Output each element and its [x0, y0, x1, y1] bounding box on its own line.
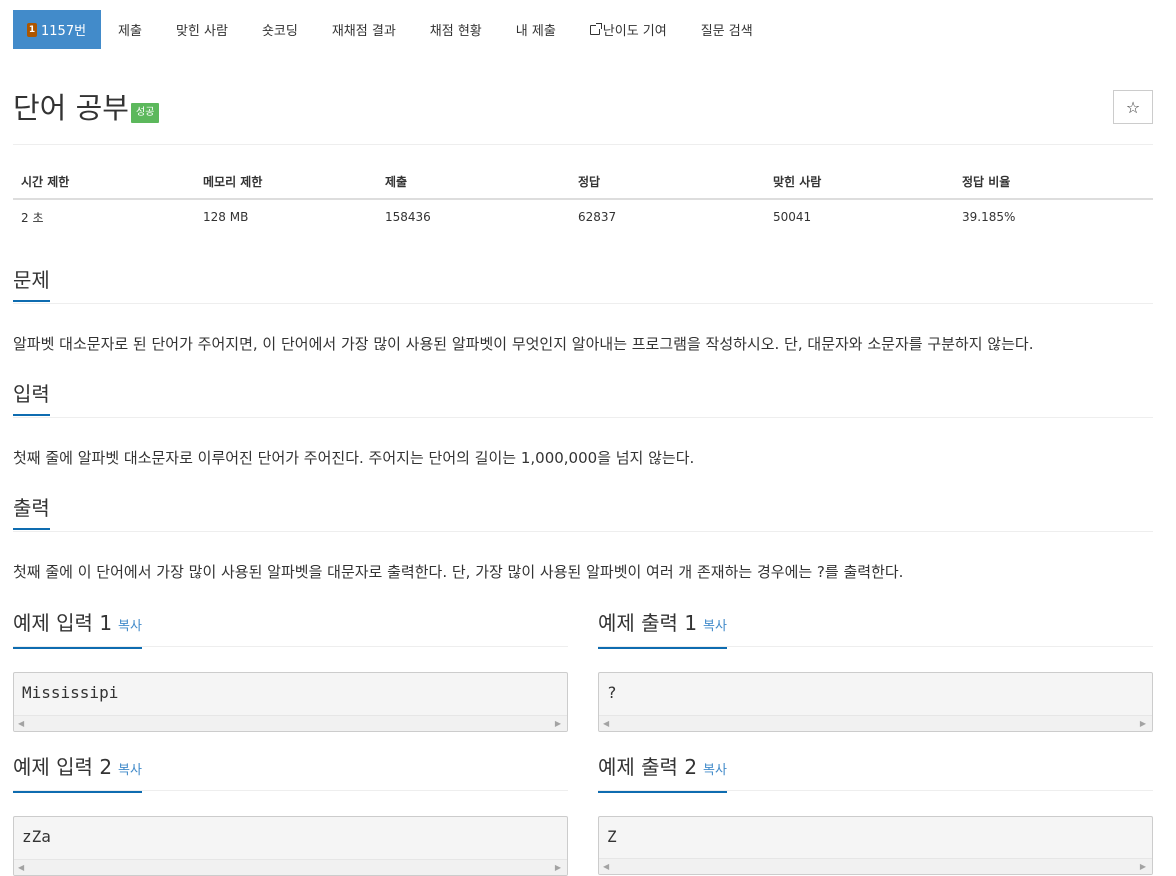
- tab-my-submissions-label: 내 제출: [515, 24, 556, 39]
- value-time-limit: 2 초: [21, 210, 44, 225]
- external-link-icon: [589, 22, 602, 35]
- section-problem-label: 문제: [13, 268, 50, 302]
- page-title: 단어 공부: [13, 91, 129, 125]
- sample-output-1-label-wrap: 예제 출력 1 복사: [598, 611, 727, 649]
- tab-judge-status-label: 채점 현황: [429, 24, 482, 39]
- horizontal-scrollbar[interactable]: ◀ ▶: [14, 715, 567, 731]
- problem-info-table: 시간 제한 메모리 제한 제출 정답 맞힌 사람 정답 비율 2 초 128 M…: [13, 164, 1153, 234]
- section-divider: [13, 417, 1153, 418]
- sample-input-2-label-wrap: 예제 입력 2 복사: [13, 755, 142, 793]
- section-divider: [13, 646, 568, 647]
- tab-question-search-label: 질문 검색: [700, 24, 753, 39]
- copy-sample-input-2-button[interactable]: 복사: [118, 763, 142, 778]
- status-badge: 성공: [131, 103, 160, 123]
- title-divider: [13, 144, 1153, 145]
- sample-output-1-text: ?: [607, 683, 617, 702]
- sample-input-1-box[interactable]: Mississipi ◀ ▶: [13, 672, 568, 732]
- scroll-left-icon[interactable]: ◀: [18, 863, 24, 872]
- section-divider: [13, 790, 568, 791]
- copy-sample-input-1-button[interactable]: 복사: [118, 619, 142, 634]
- scroll-left-icon[interactable]: ◀: [603, 719, 609, 728]
- copy-sample-output-1-button[interactable]: 복사: [703, 619, 727, 634]
- problem-description: 알파벳 대소문자로 된 단어가 주어지면, 이 단어에서 가장 많이 사용된 알…: [13, 335, 1034, 353]
- section-divider: [598, 646, 1153, 647]
- tab-question-search[interactable]: 질문 검색: [684, 10, 770, 49]
- sample-output-2-box[interactable]: Z ◀ ▶: [598, 816, 1153, 875]
- tab-rejudge-results[interactable]: 재채점 결과: [315, 10, 413, 49]
- header-memory-limit: 메모리 제한: [195, 164, 377, 200]
- favorite-star-button[interactable]: ☆: [1113, 90, 1153, 124]
- value-submissions: 158436: [385, 210, 431, 224]
- scroll-right-icon[interactable]: ▶: [555, 863, 561, 872]
- sample-output-2-label-wrap: 예제 출력 2 복사: [598, 755, 727, 793]
- input-description: 첫째 줄에 알파벳 대소문자로 이루어진 단어가 주어진다. 주어지는 단어의 …: [13, 449, 695, 467]
- horizontal-scrollbar[interactable]: ◀ ▶: [599, 858, 1152, 874]
- tab-difficulty-contribution[interactable]: 난이도 기여: [573, 10, 684, 49]
- tab-short-coding[interactable]: 숏코딩: [245, 10, 315, 49]
- bronze-tier-icon: [27, 22, 37, 37]
- table-header-row: 시간 제한 메모리 제한 제출 정답 맞힌 사람 정답 비율: [13, 164, 1153, 200]
- section-output-label: 출력: [13, 496, 50, 530]
- problem-title-row: 단어 공부 성공 ☆: [13, 88, 1153, 138]
- tab-rejudge-results-label: 재채점 결과: [331, 24, 396, 39]
- sample-output-2-text: Z: [607, 827, 617, 846]
- value-accepted: 62837: [578, 210, 617, 224]
- output-description: 첫째 줄에 이 단어에서 가장 많이 사용된 알파벳을 대문자로 출력한다. 단…: [13, 563, 904, 581]
- section-input-label: 입력: [13, 382, 50, 416]
- sample-output-2-label: 예제 출력 2: [598, 755, 698, 779]
- horizontal-scrollbar[interactable]: ◀ ▶: [14, 859, 567, 875]
- sample-output-2-heading: 예제 출력 2 복사: [598, 755, 727, 793]
- tab-problem-label: 1157번: [41, 24, 87, 39]
- section-divider: [13, 531, 1153, 532]
- header-time-limit: 시간 제한: [13, 164, 195, 200]
- sample-output-1-label: 예제 출력 1: [598, 611, 698, 635]
- star-icon: ☆: [1125, 97, 1141, 117]
- tab-my-submissions[interactable]: 내 제출: [499, 10, 573, 49]
- value-memory-limit: 128 MB: [203, 210, 249, 224]
- section-output-heading: 출력: [13, 496, 50, 530]
- section-problem-heading: 문제: [13, 268, 50, 302]
- sample-input-1-label-wrap: 예제 입력 1 복사: [13, 611, 142, 649]
- problem-menu-tabs: 1157번 제출 맞힌 사람 숏코딩 재채점 결과 채점 현황 내 제출 난이도…: [13, 10, 770, 49]
- section-divider: [13, 303, 1153, 304]
- scroll-left-icon[interactable]: ◀: [603, 862, 609, 871]
- scroll-right-icon[interactable]: ▶: [1140, 719, 1146, 728]
- copy-sample-output-2-button[interactable]: 복사: [703, 763, 727, 778]
- scroll-right-icon[interactable]: ▶: [555, 719, 561, 728]
- tab-submit[interactable]: 제출: [101, 10, 159, 49]
- sample-input-2-box[interactable]: zZa ◀ ▶: [13, 816, 568, 876]
- sample-input-2-heading: 예제 입력 2 복사: [13, 755, 142, 793]
- header-accepted: 정답: [570, 164, 765, 200]
- tab-problem[interactable]: 1157번: [13, 10, 102, 49]
- header-solved-users: 맞힌 사람: [765, 164, 954, 200]
- sample-input-2-label: 예제 입력 2: [13, 755, 113, 779]
- header-submissions: 제출: [377, 164, 570, 200]
- value-solved-users: 50041: [773, 210, 812, 224]
- sample-output-1-box[interactable]: ? ◀ ▶: [598, 672, 1153, 732]
- header-accept-ratio: 정답 비율: [954, 164, 1153, 200]
- scroll-left-icon[interactable]: ◀: [18, 719, 24, 728]
- section-divider: [598, 790, 1153, 791]
- sample-output-1-heading: 예제 출력 1 복사: [598, 611, 727, 649]
- tab-judge-status[interactable]: 채점 현황: [413, 10, 499, 49]
- value-accept-ratio: 39.185%: [962, 210, 1016, 224]
- sample-input-1-heading: 예제 입력 1 복사: [13, 611, 142, 649]
- tab-solved-users[interactable]: 맞힌 사람: [159, 10, 245, 49]
- horizontal-scrollbar[interactable]: ◀ ▶: [599, 715, 1152, 731]
- table-row: 2 초 128 MB 158436 62837 50041 39.185%: [13, 199, 1153, 234]
- scroll-right-icon[interactable]: ▶: [1140, 862, 1146, 871]
- section-input-heading: 입력: [13, 382, 50, 416]
- tab-solved-users-label: 맞힌 사람: [175, 24, 228, 39]
- sample-input-1-label: 예제 입력 1: [13, 611, 113, 635]
- tab-difficulty-contribution-label: 난이도 기여: [602, 24, 667, 39]
- tab-short-coding-label: 숏코딩: [261, 24, 298, 39]
- tab-submit-label: 제출: [118, 24, 142, 39]
- sample-input-1-text: Mississipi: [22, 683, 119, 702]
- sample-input-2-text: zZa: [22, 827, 51, 846]
